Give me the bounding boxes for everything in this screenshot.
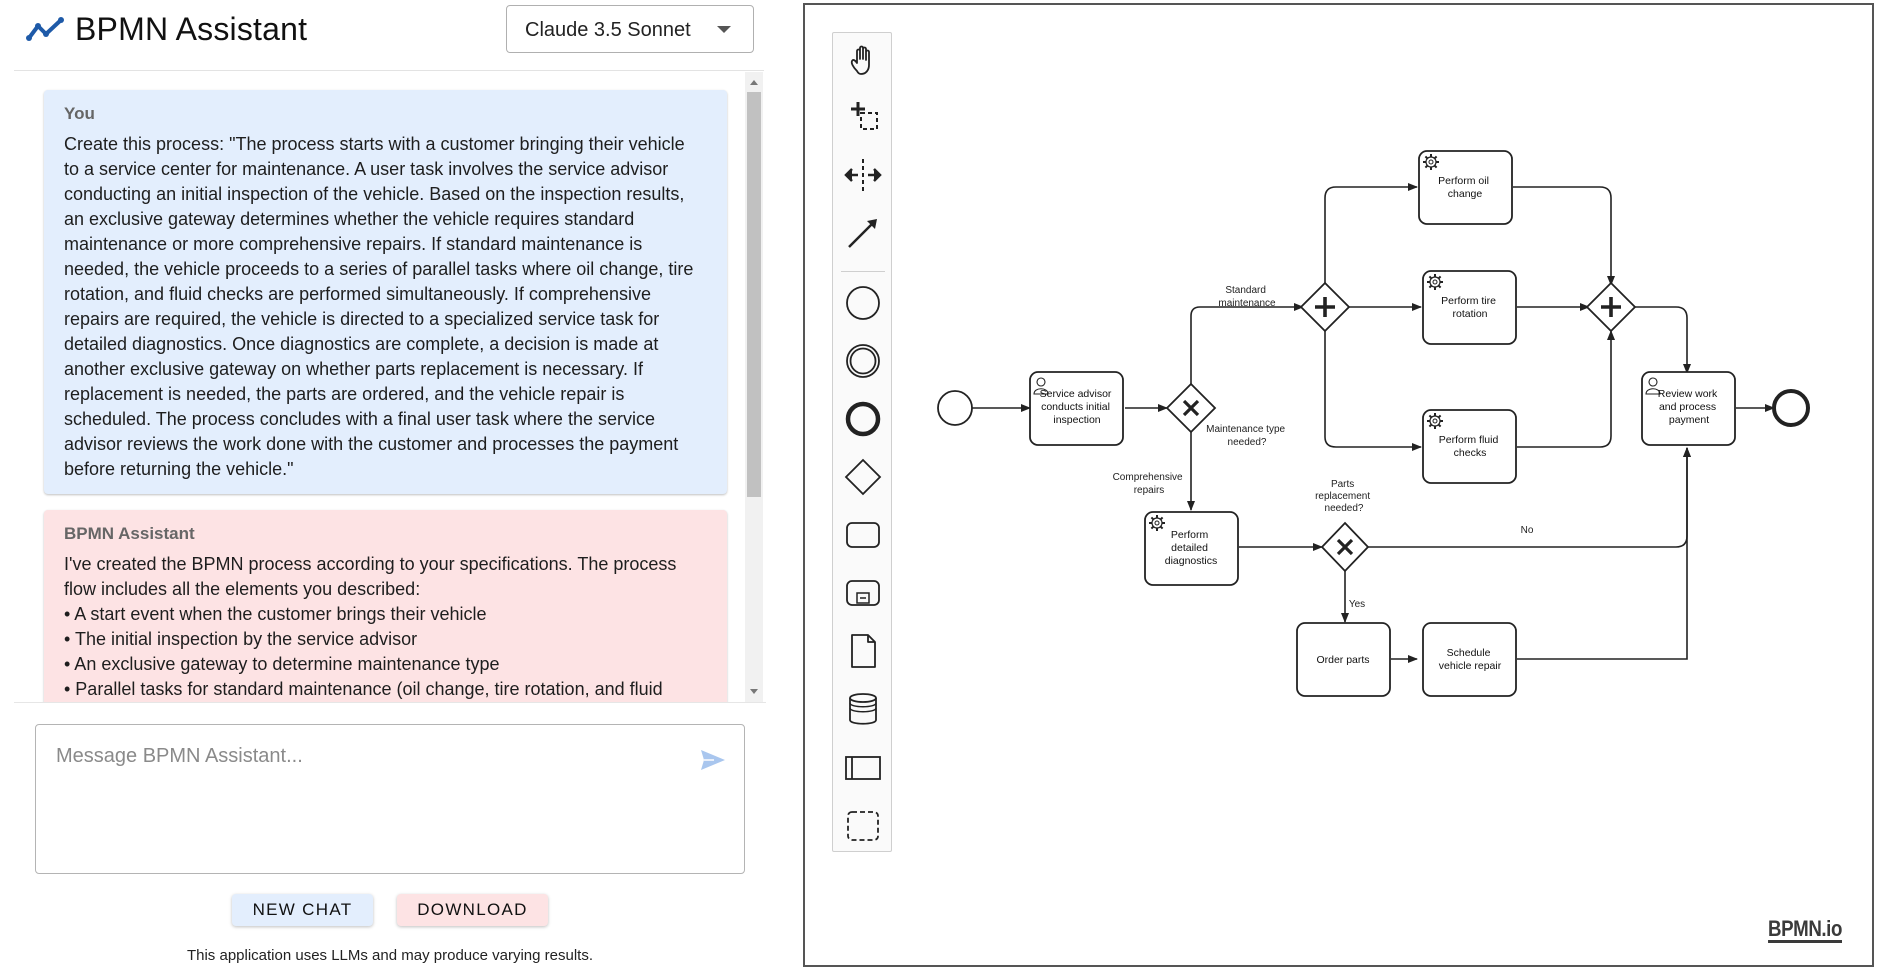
message-line: • A start event when the customer brings… — [64, 604, 487, 624]
sequence-flow — [1635, 306, 1691, 374]
svg-text:Schedule vehicle repai: Schedule vehicle repair — [1439, 647, 1502, 672]
bpmn-io-logo[interactable]: BPMN.io — [1768, 918, 1842, 943]
parallel-gateway-join — [1585, 281, 1637, 333]
message-line: an exclusive gateway determines whether … — [64, 209, 635, 229]
svg-text:Order parts: Order parts — [1316, 654, 1369, 666]
gateway-label-parts: Parts replacement needed? — [1315, 479, 1373, 514]
task-label: diagnostics — [1165, 555, 1218, 567]
flow-label-standard: Standard maintenance — [1218, 285, 1276, 309]
message-line: repairs are required, the vehicle is dir… — [64, 309, 660, 329]
bpmn-diagram: Service advisor conducts initial inspect… — [937, 150, 1810, 697]
assistant-message: BPMN Assistant I've created the BPMN pro… — [44, 510, 727, 702]
message-line: I've created the BPMN process according … — [64, 554, 677, 574]
end-event — [1772, 389, 1810, 427]
task-label: change — [1448, 188, 1483, 200]
sequence-flow — [1190, 303, 1304, 384]
chat-history: You Create this process: "The process st… — [14, 72, 766, 703]
message-sender: BPMN Assistant — [64, 524, 195, 543]
message-line: • The initial inspection by the service … — [64, 629, 418, 649]
message-body: Create this process: "The process starts… — [64, 132, 707, 482]
task-fluid-checks: Perform fluid checks — [1422, 409, 1517, 484]
start-event — [937, 390, 973, 426]
task-label: Perform tire — [1441, 295, 1496, 307]
message-line: flow includes all the elements you descr… — [64, 579, 421, 599]
task-tire-rotation: Perform tire rotation — [1422, 270, 1517, 345]
message-sender: You — [64, 104, 95, 123]
task-label: and process — [1659, 401, 1716, 413]
svg-text:Perform detailed: Perform detailed diagnostics — [1165, 529, 1218, 567]
task-label: Perform — [1171, 529, 1209, 541]
exclusive-gateway-parts — [1320, 521, 1370, 573]
message-line: detailed diagnostics. Once diagnostics a… — [64, 334, 659, 354]
message-line: replacement is needed, the parts are ord… — [64, 384, 625, 404]
gateway-label-maintenance: Maintenance type needed? — [1206, 424, 1288, 448]
scrollbar-thumb[interactable] — [747, 92, 761, 497]
task-label: rotation — [1452, 308, 1487, 320]
task-label: Schedule — [1447, 647, 1491, 659]
task-schedule-repair: Schedule vehicle repair — [1422, 622, 1517, 697]
task-label: conducts initial — [1041, 401, 1110, 413]
message-line: scheduled. The process concludes with a … — [64, 409, 655, 429]
task-label: checks — [1454, 447, 1487, 459]
app-header: BPMN Assistant Claude 3.5 Sonnet — [14, 0, 764, 71]
task-label: Perform fluid — [1439, 434, 1499, 446]
task-label: vehicle repair — [1439, 660, 1502, 672]
task-label: payment — [1669, 414, 1709, 426]
task-oil-change: Perform oil change — [1418, 150, 1513, 225]
task-label: inspection — [1053, 414, 1100, 426]
message-body: I've created the BPMN process according … — [64, 552, 707, 702]
task-review-payment: Review work and process payment — [1641, 371, 1736, 446]
message-line: before returning the vehicle." — [64, 459, 294, 479]
message-composer — [35, 724, 745, 874]
bpmn-canvas[interactable]: Service advisor conducts initial inspect… — [803, 3, 1874, 967]
message-line: to a service center for maintenance. A u… — [64, 159, 669, 179]
scroll-down-arrow-icon[interactable] — [750, 689, 758, 694]
message-line: • An exclusive gateway to determine main… — [64, 654, 500, 674]
message-line: Create this process: "The process starts… — [64, 134, 685, 154]
sequence-flow — [1513, 186, 1615, 286]
message-line: advisor reviews the work done with the c… — [64, 434, 679, 454]
message-input[interactable] — [54, 743, 678, 857]
app-title: BPMN Assistant — [75, 11, 308, 47]
chat-scrollbar[interactable] — [745, 72, 763, 702]
download-button[interactable]: DOWNLOAD — [397, 894, 548, 926]
message-line: another exclusive gateway on whether par… — [64, 359, 643, 379]
scroll-up-arrow-icon[interactable] — [750, 80, 758, 85]
task-label: detailed — [1171, 542, 1208, 554]
task-detailed-diagnostics: Perform detailed diagnostics — [1144, 511, 1239, 586]
sequence-flow — [1517, 447, 1691, 660]
message-line: maintenance or more comprehensive repair… — [64, 234, 643, 254]
task-order-parts: Order parts — [1296, 622, 1391, 697]
task-label: Perform oil — [1438, 175, 1489, 187]
send-icon[interactable] — [700, 749, 726, 771]
task-label: Order parts — [1316, 654, 1369, 666]
sequence-flow — [1324, 331, 1422, 451]
flow-label-comprehensive: Comprehensive repairs — [1113, 472, 1186, 496]
chart-line-icon — [26, 17, 64, 41]
task-label: Review work — [1658, 388, 1718, 400]
flow-label-no: No — [1521, 525, 1534, 536]
task-inspection: Service advisor conducts initial inspect… — [1029, 371, 1124, 446]
message-line: • Parallel tasks for standard maintenanc… — [64, 679, 663, 699]
message-line: rotation, and fluid checks are performed… — [64, 284, 651, 304]
sequence-flow — [1517, 330, 1615, 448]
model-select-value: Claude 3.5 Sonnet — [525, 19, 691, 41]
user-message: You Create this process: "The process st… — [44, 90, 727, 494]
parallel-gateway-split — [1299, 281, 1351, 333]
sequence-flow — [1324, 183, 1418, 287]
message-line: conducting an initial inspection of the … — [64, 184, 685, 204]
flow-label-yes: Yes — [1349, 599, 1365, 610]
message-line: needed, the vehicle proceeds to a series… — [64, 259, 694, 279]
chat-panel: BPMN Assistant Claude 3.5 Sonnet You Cre… — [0, 0, 780, 972]
chevron-down-icon — [717, 26, 731, 33]
task-label: Service advisor — [1040, 388, 1112, 400]
disclaimer-text: This application uses LLMs and may produ… — [186, 947, 594, 964]
model-select[interactable]: Claude 3.5 Sonnet — [506, 5, 754, 53]
new-chat-button[interactable]: NEW CHAT — [232, 894, 373, 926]
